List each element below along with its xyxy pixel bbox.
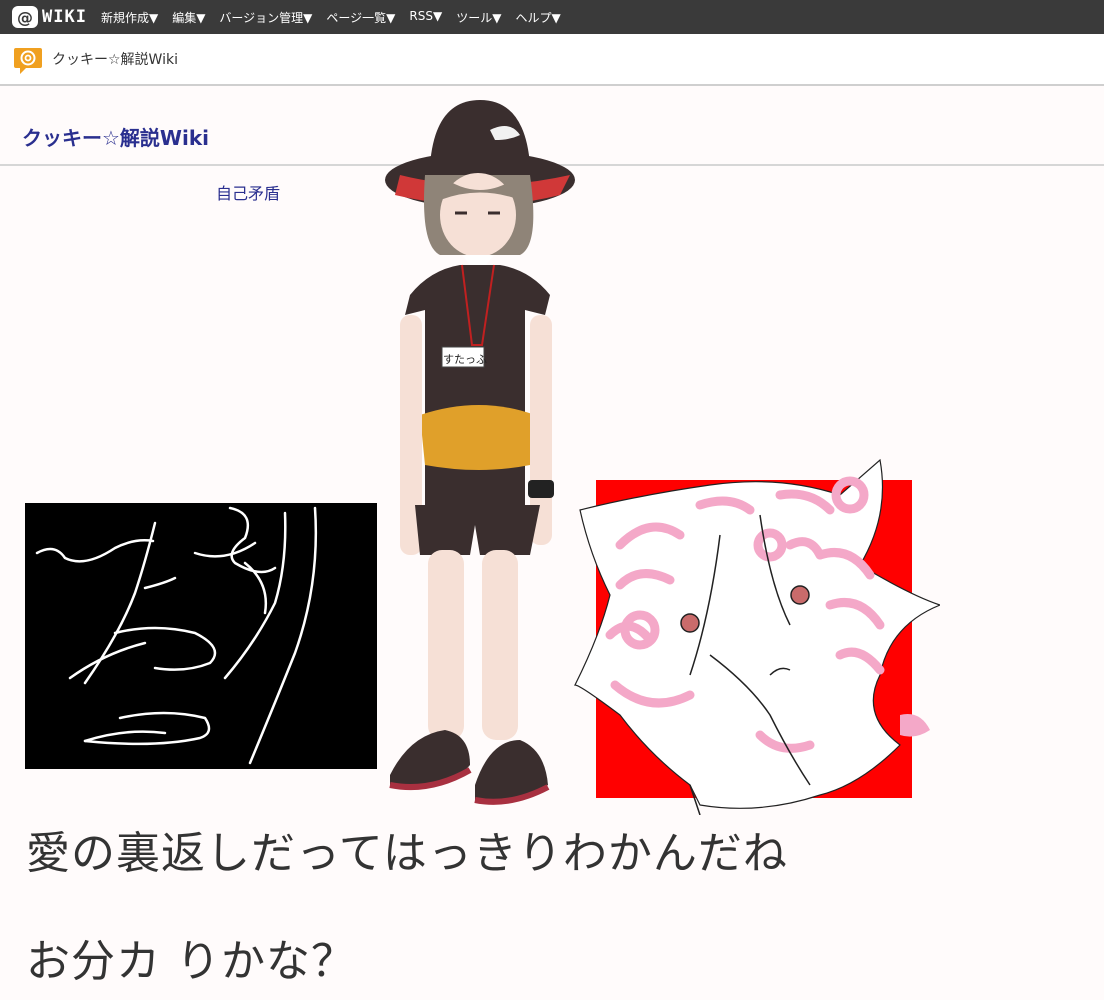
self-contradiction-link[interactable]: 自己矛盾 [216, 180, 280, 204]
atwiki-toolbar: @ WIKI 新規作成▼ 編集▼ バージョン管理▼ ページ一覧▼ RSS▼ ツー… [0, 0, 1104, 34]
white-scribble [35, 506, 318, 765]
atwiki-logo[interactable]: @ WIKI [12, 4, 87, 30]
site-name[interactable]: クッキー☆解説Wiki [52, 49, 178, 69]
page-title[interactable]: クッキー☆解説Wiki [22, 122, 209, 151]
toolbar-menu: 新規作成▼ 編集▼ バージョン管理▼ ページ一覧▼ RSS▼ ツール▼ ヘルプ▼ [101, 9, 575, 26]
at-logo-icon: @ [12, 6, 38, 28]
menu-help[interactable]: ヘルプ▼ [515, 9, 560, 26]
site-chat-icon[interactable] [12, 44, 44, 74]
menu-page-list[interactable]: ページ一覧▼ [326, 9, 395, 26]
scribble-image [25, 503, 377, 769]
logo-text: WIKI [42, 7, 87, 27]
menu-tools[interactable]: ツール▼ [456, 9, 501, 26]
caption-line-1: 愛の裏返しだってはっきりわかんだね [26, 828, 788, 879]
menu-edit[interactable]: 編集▼ [172, 9, 205, 26]
character-illustration [385, 100, 575, 805]
menu-new-page[interactable]: 新規作成▼ [101, 9, 158, 26]
menu-rss[interactable]: RSS▼ [409, 9, 442, 26]
staff-badge: すたっふ [443, 353, 487, 366]
caption-line-2: お分カ りかな？ [26, 936, 356, 987]
face-sketch [574, 458, 940, 815]
site-bar: クッキー☆解説Wiki [0, 34, 1104, 86]
menu-version[interactable]: バージョン管理▼ [219, 9, 312, 26]
